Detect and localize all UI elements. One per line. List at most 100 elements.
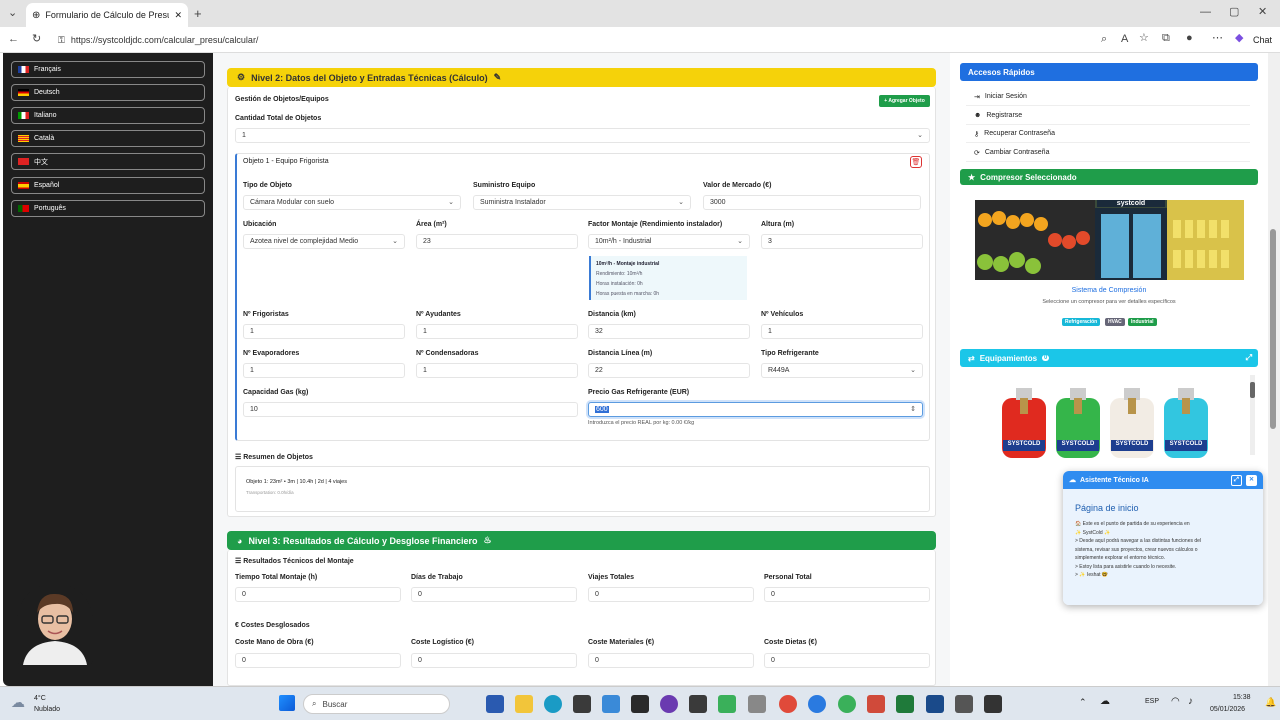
edge-icon[interactable] — [544, 695, 562, 713]
coste-input[interactable]: 0 — [764, 653, 930, 668]
result-input[interactable]: 0 — [588, 587, 754, 602]
zoom-icon[interactable]: ⌕ — [1101, 34, 1107, 45]
delete-object-button[interactable]: 🗑 — [910, 156, 922, 168]
add-object-button[interactable]: + Agregar Objeto — [879, 95, 930, 107]
page-scrollbar[interactable] — [1268, 53, 1280, 686]
browser-tab[interactable]: ⊕ Formulario de Cálculo de Presupu ✕ — [26, 3, 188, 27]
app-icon[interactable] — [984, 695, 1002, 713]
stepper-icon[interactable]: ⇕ — [910, 405, 916, 413]
expand-icon[interactable]: ⤢ — [1246, 353, 1252, 363]
folder-icon[interactable] — [515, 695, 533, 713]
tab-list-icon[interactable]: ⌄ — [8, 8, 17, 19]
search-box[interactable]: ⌕ Buscar — [303, 694, 450, 714]
lang-chinese[interactable]: 中文 — [11, 153, 205, 170]
suministro-select[interactable]: Suministra Instalador ⌄ — [473, 195, 691, 210]
wifi-icon[interactable]: ◠ — [1171, 696, 1180, 707]
reload-icon[interactable]: ↻ — [32, 34, 41, 45]
more-icon[interactable]: ⋯ — [1212, 33, 1223, 44]
back-icon[interactable]: ← — [8, 34, 19, 45]
precio-hint: Introduzca el precio REAL por kg: 0.00 €… — [588, 420, 695, 426]
favorite-icon[interactable]: ☆ — [1139, 33, 1149, 44]
messenger-icon[interactable] — [808, 695, 826, 713]
vehiculos-input[interactable]: 1 — [761, 324, 923, 339]
lang-german[interactable]: Deutsch — [11, 84, 205, 101]
result-input[interactable]: 0 — [411, 587, 577, 602]
quick-link-register[interactable]: ☻ Registrarse — [966, 107, 1250, 125]
profile-icon[interactable]: ● — [1186, 33, 1193, 44]
chat-label[interactable]: Chat — [1253, 35, 1272, 45]
maximize-icon[interactable]: ▢ — [1229, 7, 1239, 18]
result-input[interactable]: 0 — [764, 587, 930, 602]
app-icon[interactable] — [955, 695, 973, 713]
collections-icon[interactable]: ⧉ — [1162, 33, 1170, 44]
assistant-line: ✨ SystCold ✨ — [1075, 529, 1111, 536]
user-plus-icon: ☻ — [974, 112, 982, 119]
weather-icon[interactable]: ☁ — [11, 694, 25, 711]
notepad-icon[interactable] — [718, 695, 736, 713]
terminal-icon[interactable] — [631, 695, 649, 713]
scrollbar-thumb[interactable] — [1270, 229, 1276, 429]
lang-indicator[interactable]: ESP — [1145, 698, 1159, 705]
close-window-icon[interactable]: ✕ — [1258, 7, 1267, 18]
altura-input[interactable]: 3 — [761, 234, 923, 249]
powershell-icon[interactable] — [486, 695, 504, 713]
frigoristas-input[interactable]: 1 — [243, 324, 405, 339]
app-icon[interactable] — [660, 695, 678, 713]
ayudantes-input[interactable]: 1 — [416, 324, 578, 339]
distancia-input[interactable]: 32 — [588, 324, 750, 339]
close-tab-icon[interactable]: ✕ — [174, 10, 182, 21]
clock-date[interactable]: 05/01/2026 — [1210, 706, 1245, 713]
database-icon[interactable] — [748, 695, 766, 713]
valor-input[interactable]: 3000 — [703, 195, 921, 210]
app-icon[interactable] — [926, 695, 944, 713]
gallery-scrollbar[interactable] — [1250, 375, 1255, 455]
lang-catalan[interactable]: Català — [11, 130, 205, 147]
lang-italian[interactable]: Italiano — [11, 107, 205, 124]
clock-time[interactable]: 15:38 — [1233, 694, 1251, 701]
lang-french[interactable]: Français — [11, 61, 205, 78]
evaporadores-input[interactable]: 1 — [243, 363, 405, 378]
notifications-icon[interactable]: 🔔 — [1265, 697, 1276, 708]
app-icon[interactable] — [867, 695, 885, 713]
store-icon[interactable] — [573, 695, 591, 713]
tipo-select[interactable]: Cámara Modular con suelo ⌄ — [243, 195, 461, 210]
scrollbar-thumb[interactable] — [1250, 382, 1255, 398]
info-line: Horas puesta en marcha: 0h — [596, 291, 660, 297]
coste-input[interactable]: 0 — [588, 653, 754, 668]
area-input[interactable]: 23 — [416, 234, 578, 249]
copilot-icon[interactable]: ◆ — [1235, 33, 1243, 44]
quick-link-change[interactable]: ⟳ Cambiar Contraseña — [966, 144, 1250, 162]
chrome-icon[interactable] — [779, 695, 797, 713]
ubicacion-select[interactable]: Azotea nivel de complejidad Medio ⌄ — [243, 234, 405, 249]
compresor-image[interactable]: systcold — [975, 200, 1244, 280]
close-icon[interactable]: ✕ — [1246, 475, 1257, 486]
factor-select[interactable]: 10m²/h - Industrial ⌄ — [588, 234, 750, 249]
network-icon[interactable]: ☁ — [1100, 696, 1110, 707]
result-input[interactable]: 0 — [235, 587, 401, 602]
url-field[interactable]: ⚿ https://systcoldjdc.com/calcular_presu… — [52, 31, 1152, 49]
new-tab-icon[interactable]: + — [194, 7, 202, 20]
condensadoras-input[interactable]: 1 — [416, 363, 578, 378]
volume-icon[interactable]: ♪ — [1188, 696, 1193, 707]
quick-link-recover[interactable]: ⚷ Recuperar Contraseña — [966, 125, 1250, 143]
site-info-icon[interactable]: ⚿ — [58, 35, 65, 46]
refrigerante-select[interactable]: R449A ⌄ — [761, 363, 923, 378]
lang-portuguese[interactable]: Português — [11, 200, 205, 217]
read-aloud-icon[interactable]: A — [1121, 34, 1128, 45]
chrome-icon[interactable] — [838, 695, 856, 713]
dist-linea-input[interactable]: 22 — [588, 363, 750, 378]
minimize-icon[interactable]: — — [1200, 7, 1211, 18]
coste-input[interactable]: 0 — [235, 653, 401, 668]
vscode-icon[interactable] — [602, 695, 620, 713]
quick-link-login[interactable]: ⇥ Iniciar Sesión — [966, 88, 1250, 106]
app-icon[interactable] — [689, 695, 707, 713]
tray-chevron-icon[interactable]: ⌃ — [1079, 697, 1087, 708]
excel-icon[interactable] — [896, 695, 914, 713]
start-icon[interactable] — [279, 695, 295, 711]
capacidad-input[interactable]: 10 — [243, 402, 578, 417]
expand-icon[interactable]: ⤢ — [1231, 475, 1242, 486]
lang-spanish[interactable]: Español — [11, 177, 205, 194]
precio-input[interactable]: 600 ⇕ — [588, 402, 923, 417]
coste-input[interactable]: 0 — [411, 653, 577, 668]
cantidad-select[interactable]: 1 ⌄ — [235, 128, 930, 143]
